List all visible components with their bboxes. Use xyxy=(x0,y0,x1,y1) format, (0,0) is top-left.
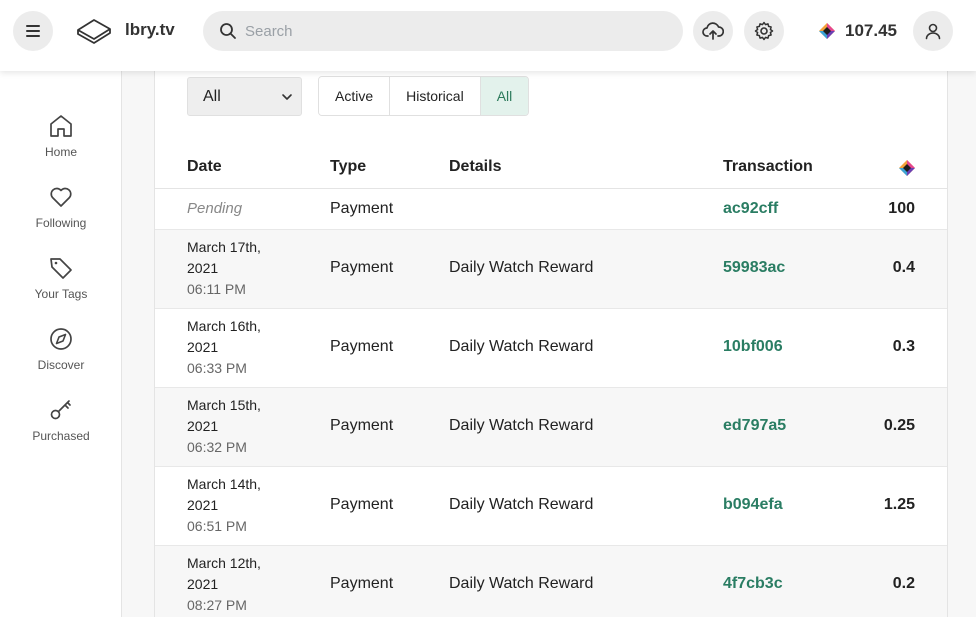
sidebar-item-discover[interactable]: Discover xyxy=(0,326,122,382)
sidebar-item-label: Your Tags xyxy=(34,287,88,301)
upload-button[interactable] xyxy=(693,11,733,51)
table-row[interactable]: March 15th, 2021 06:32 PM Payment Daily … xyxy=(155,388,947,467)
transaction-link[interactable]: 4f7cb3c xyxy=(723,575,783,593)
row-date-line: March 12th, xyxy=(187,555,261,571)
lbc-credits-icon xyxy=(819,23,835,39)
row-amount: 1.25 xyxy=(883,496,915,513)
row-date: March 17th, 2021 06:11 PM xyxy=(187,237,261,300)
sidebar-item-label: Home xyxy=(44,145,77,159)
row-type: Payment xyxy=(330,417,394,434)
type-filter-value: All xyxy=(203,87,221,105)
row-date: March 14th, 2021 06:51 PM xyxy=(187,474,261,537)
row-details: Daily Watch Reward xyxy=(449,259,594,276)
transactions-card: All Active Historical All Date Type Deta… xyxy=(154,71,948,617)
row-type: Payment xyxy=(330,200,394,217)
transaction-link[interactable]: 10bf006 xyxy=(723,338,783,356)
row-date-year: 2021 xyxy=(187,576,219,592)
account-button[interactable] xyxy=(913,11,953,51)
transactions-table: Date Type Details Transaction Pending Pa… xyxy=(155,149,947,617)
row-date-line: March 15th, xyxy=(187,397,261,413)
transaction-link[interactable]: ed797a5 xyxy=(723,417,786,435)
table-row[interactable]: March 14th, 2021 06:51 PM Payment Daily … xyxy=(155,467,947,546)
row-time: 06:32 PM xyxy=(187,439,247,455)
row-date-line: March 14th, xyxy=(187,476,261,492)
wallet-balance[interactable]: 107.45 xyxy=(818,19,897,43)
row-date-line: March 17th, xyxy=(187,239,261,255)
gear-icon xyxy=(754,21,774,41)
menu-button[interactable] xyxy=(13,11,53,51)
compass-icon xyxy=(50,328,72,350)
transaction-link[interactable]: ac92cff xyxy=(723,200,778,218)
row-date: March 15th, 2021 06:32 PM xyxy=(187,395,261,458)
table-header: Date Type Details Transaction xyxy=(155,149,947,189)
heart-icon xyxy=(50,187,72,207)
row-details: Daily Watch Reward xyxy=(449,338,594,355)
row-date: March 12th, 2021 08:27 PM xyxy=(187,553,261,616)
sidebar-item-following[interactable]: Following xyxy=(0,184,122,240)
column-details: Details xyxy=(449,158,502,175)
sidebar-item-your-tags[interactable]: Your Tags xyxy=(0,255,122,311)
search-bar[interactable] xyxy=(203,11,683,51)
tab-active[interactable]: Active xyxy=(319,77,391,115)
sidebar-item-label: Discover xyxy=(37,358,85,372)
row-type: Payment xyxy=(330,259,394,276)
row-type: Payment xyxy=(330,575,394,592)
row-details: Daily Watch Reward xyxy=(449,496,594,513)
row-amount: 100 xyxy=(888,200,915,217)
row-date-year: 2021 xyxy=(187,260,219,276)
key-icon xyxy=(50,400,71,420)
row-amount: 0.3 xyxy=(892,338,915,355)
row-details: Daily Watch Reward xyxy=(449,417,594,434)
transaction-link[interactable]: 59983ac xyxy=(723,259,785,277)
row-amount: 0.25 xyxy=(883,417,915,434)
search-icon xyxy=(220,23,236,39)
tab-all[interactable]: All xyxy=(480,77,529,115)
lbry-logo-icon[interactable] xyxy=(74,16,114,46)
column-type: Type xyxy=(330,158,367,175)
sidebar-item-label: Following xyxy=(35,216,87,230)
user-icon xyxy=(925,23,941,40)
transaction-link[interactable]: b094efa xyxy=(723,496,783,514)
sidebar-item-label: Purchased xyxy=(32,429,90,443)
row-time: 06:11 PM xyxy=(187,281,246,297)
column-date: Date xyxy=(187,158,222,175)
table-row[interactable]: March 16th, 2021 06:33 PM Payment Daily … xyxy=(155,309,947,388)
row-type: Payment xyxy=(330,496,394,513)
column-transaction: Transaction xyxy=(723,158,813,175)
table-row[interactable]: Pending Payment ac92cff 100 xyxy=(155,189,947,230)
row-time: 08:27 PM xyxy=(187,597,247,613)
hamburger-icon xyxy=(26,25,40,37)
status-tabs: Active Historical All xyxy=(318,76,530,116)
home-icon xyxy=(50,115,72,137)
row-details: Daily Watch Reward xyxy=(449,575,594,592)
top-header: lbry.tv 107.45 xyxy=(0,0,976,71)
row-date-year: 2021 xyxy=(187,497,219,513)
table-row[interactable]: March 12th, 2021 08:27 PM Payment Daily … xyxy=(155,546,947,617)
sidebar: Home Following Your Tags Discover Purcha… xyxy=(0,71,122,617)
row-time: 06:33 PM xyxy=(187,360,247,376)
chevron-down-icon xyxy=(282,94,292,100)
sidebar-item-home[interactable]: Home xyxy=(0,113,122,169)
row-date: Pending xyxy=(187,200,243,217)
row-amount: 0.2 xyxy=(892,575,915,592)
table-row[interactable]: March 17th, 2021 06:11 PM Payment Daily … xyxy=(155,230,947,309)
tab-historical[interactable]: Historical xyxy=(390,77,481,115)
lbc-credits-icon xyxy=(899,160,915,176)
brand-name[interactable]: lbry.tv xyxy=(125,20,175,40)
row-time: 06:51 PM xyxy=(187,518,247,534)
search-input[interactable] xyxy=(245,22,665,40)
cloud-upload-icon xyxy=(702,22,724,40)
row-date: March 16th, 2021 06:33 PM xyxy=(187,316,261,379)
tag-icon xyxy=(50,258,72,279)
row-date-year: 2021 xyxy=(187,418,219,434)
sidebar-item-purchased[interactable]: Purchased xyxy=(0,397,122,453)
row-type: Payment xyxy=(330,338,394,355)
row-amount: 0.4 xyxy=(892,259,915,276)
row-date-line: March 16th, xyxy=(187,318,261,334)
type-filter-select[interactable]: All xyxy=(187,77,302,116)
settings-button[interactable] xyxy=(744,11,784,51)
balance-amount: 107.45 xyxy=(845,21,897,40)
row-date-year: 2021 xyxy=(187,339,219,355)
